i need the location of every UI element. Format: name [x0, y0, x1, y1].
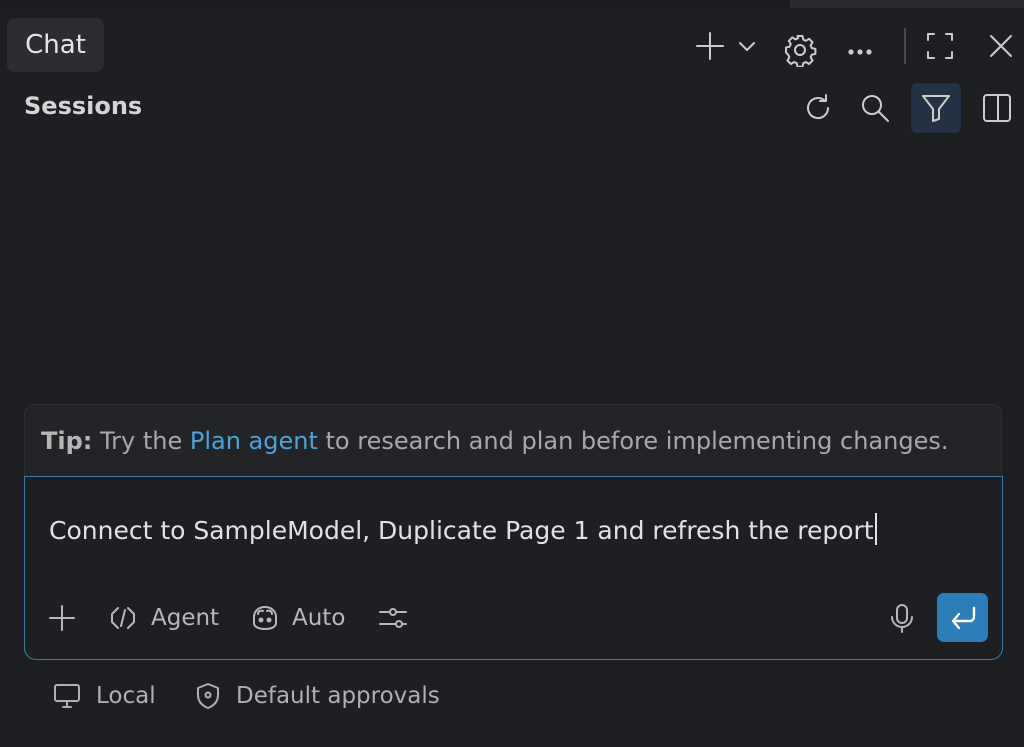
text-caret [874, 513, 877, 545]
plus-icon [49, 605, 75, 631]
approvals-label: Default approvals [236, 683, 440, 709]
filter-button[interactable] [911, 83, 961, 133]
refresh-icon [807, 94, 830, 120]
sliders-icon [379, 608, 407, 628]
close-button[interactable] [982, 26, 1020, 66]
search-button[interactable] [855, 86, 895, 130]
model-picker-label: Auto [292, 605, 346, 631]
send-button[interactable] [937, 593, 988, 642]
top-strip [0, 0, 1024, 8]
monitor-icon [54, 684, 80, 708]
gear-icon [785, 35, 817, 67]
plus-icon [696, 32, 724, 60]
close-icon [990, 35, 1012, 57]
model-picker-button[interactable]: Auto [250, 591, 345, 645]
voice-input-button[interactable] [887, 591, 917, 645]
microphone-icon [891, 604, 913, 633]
enter-icon [951, 606, 975, 629]
tip-label: Tip: [41, 427, 93, 455]
default-approvals-button[interactable]: Default approvals [194, 674, 440, 718]
more-button[interactable] [842, 32, 878, 72]
input-toolbar: Agent Auto [25, 591, 1002, 645]
add-context-button[interactable] [47, 591, 77, 645]
search-icon [862, 95, 889, 122]
filter-icon [922, 95, 950, 122]
local-label: Local [96, 683, 156, 709]
tip-text: Tip: Try the Plan agent to research and … [41, 427, 948, 455]
agent-mode-label: Agent [151, 605, 220, 631]
more-icon [848, 49, 872, 55]
tab-chat-label: Chat [25, 30, 86, 60]
configure-tools-button[interactable] [377, 591, 409, 645]
new-chat-dropdown-button[interactable] [734, 32, 760, 60]
maximize-icon [927, 33, 953, 59]
maximize-button[interactable] [920, 26, 960, 66]
tip-prefix: Try the [92, 427, 190, 455]
tab-chat[interactable]: Chat [7, 18, 104, 72]
toggle-sidebar-button[interactable] [977, 86, 1017, 130]
tip-suffix: to research and plan before implementing… [317, 427, 949, 455]
chat-input[interactable]: Connect to SampleModel, Duplicate Page 1… [49, 513, 877, 545]
chevron-down-icon [739, 42, 755, 51]
agent-mode-button[interactable]: Agent [109, 591, 219, 645]
settings-button[interactable] [780, 30, 820, 70]
copilot-icon [253, 606, 277, 630]
chat-input-value: Connect to SampleModel, Duplicate Page 1… [49, 516, 874, 545]
tip-banner: Tip: Try the Plan agent to research and … [24, 404, 1002, 476]
chat-input-box[interactable]: Connect to SampleModel, Duplicate Page 1… [24, 476, 1003, 660]
refresh-button[interactable] [798, 86, 838, 130]
plan-agent-link[interactable]: Plan agent [190, 427, 318, 455]
header-divider [904, 28, 906, 64]
local-environment-button[interactable]: Local [52, 674, 156, 718]
top-strip-right [790, 0, 1024, 8]
top-strip-left [0, 0, 790, 8]
shield-icon [197, 683, 219, 709]
agent-icon [111, 607, 135, 629]
sessions-title: Sessions [24, 92, 143, 120]
split-panel-icon [983, 94, 1011, 122]
new-chat-button[interactable] [690, 26, 730, 66]
